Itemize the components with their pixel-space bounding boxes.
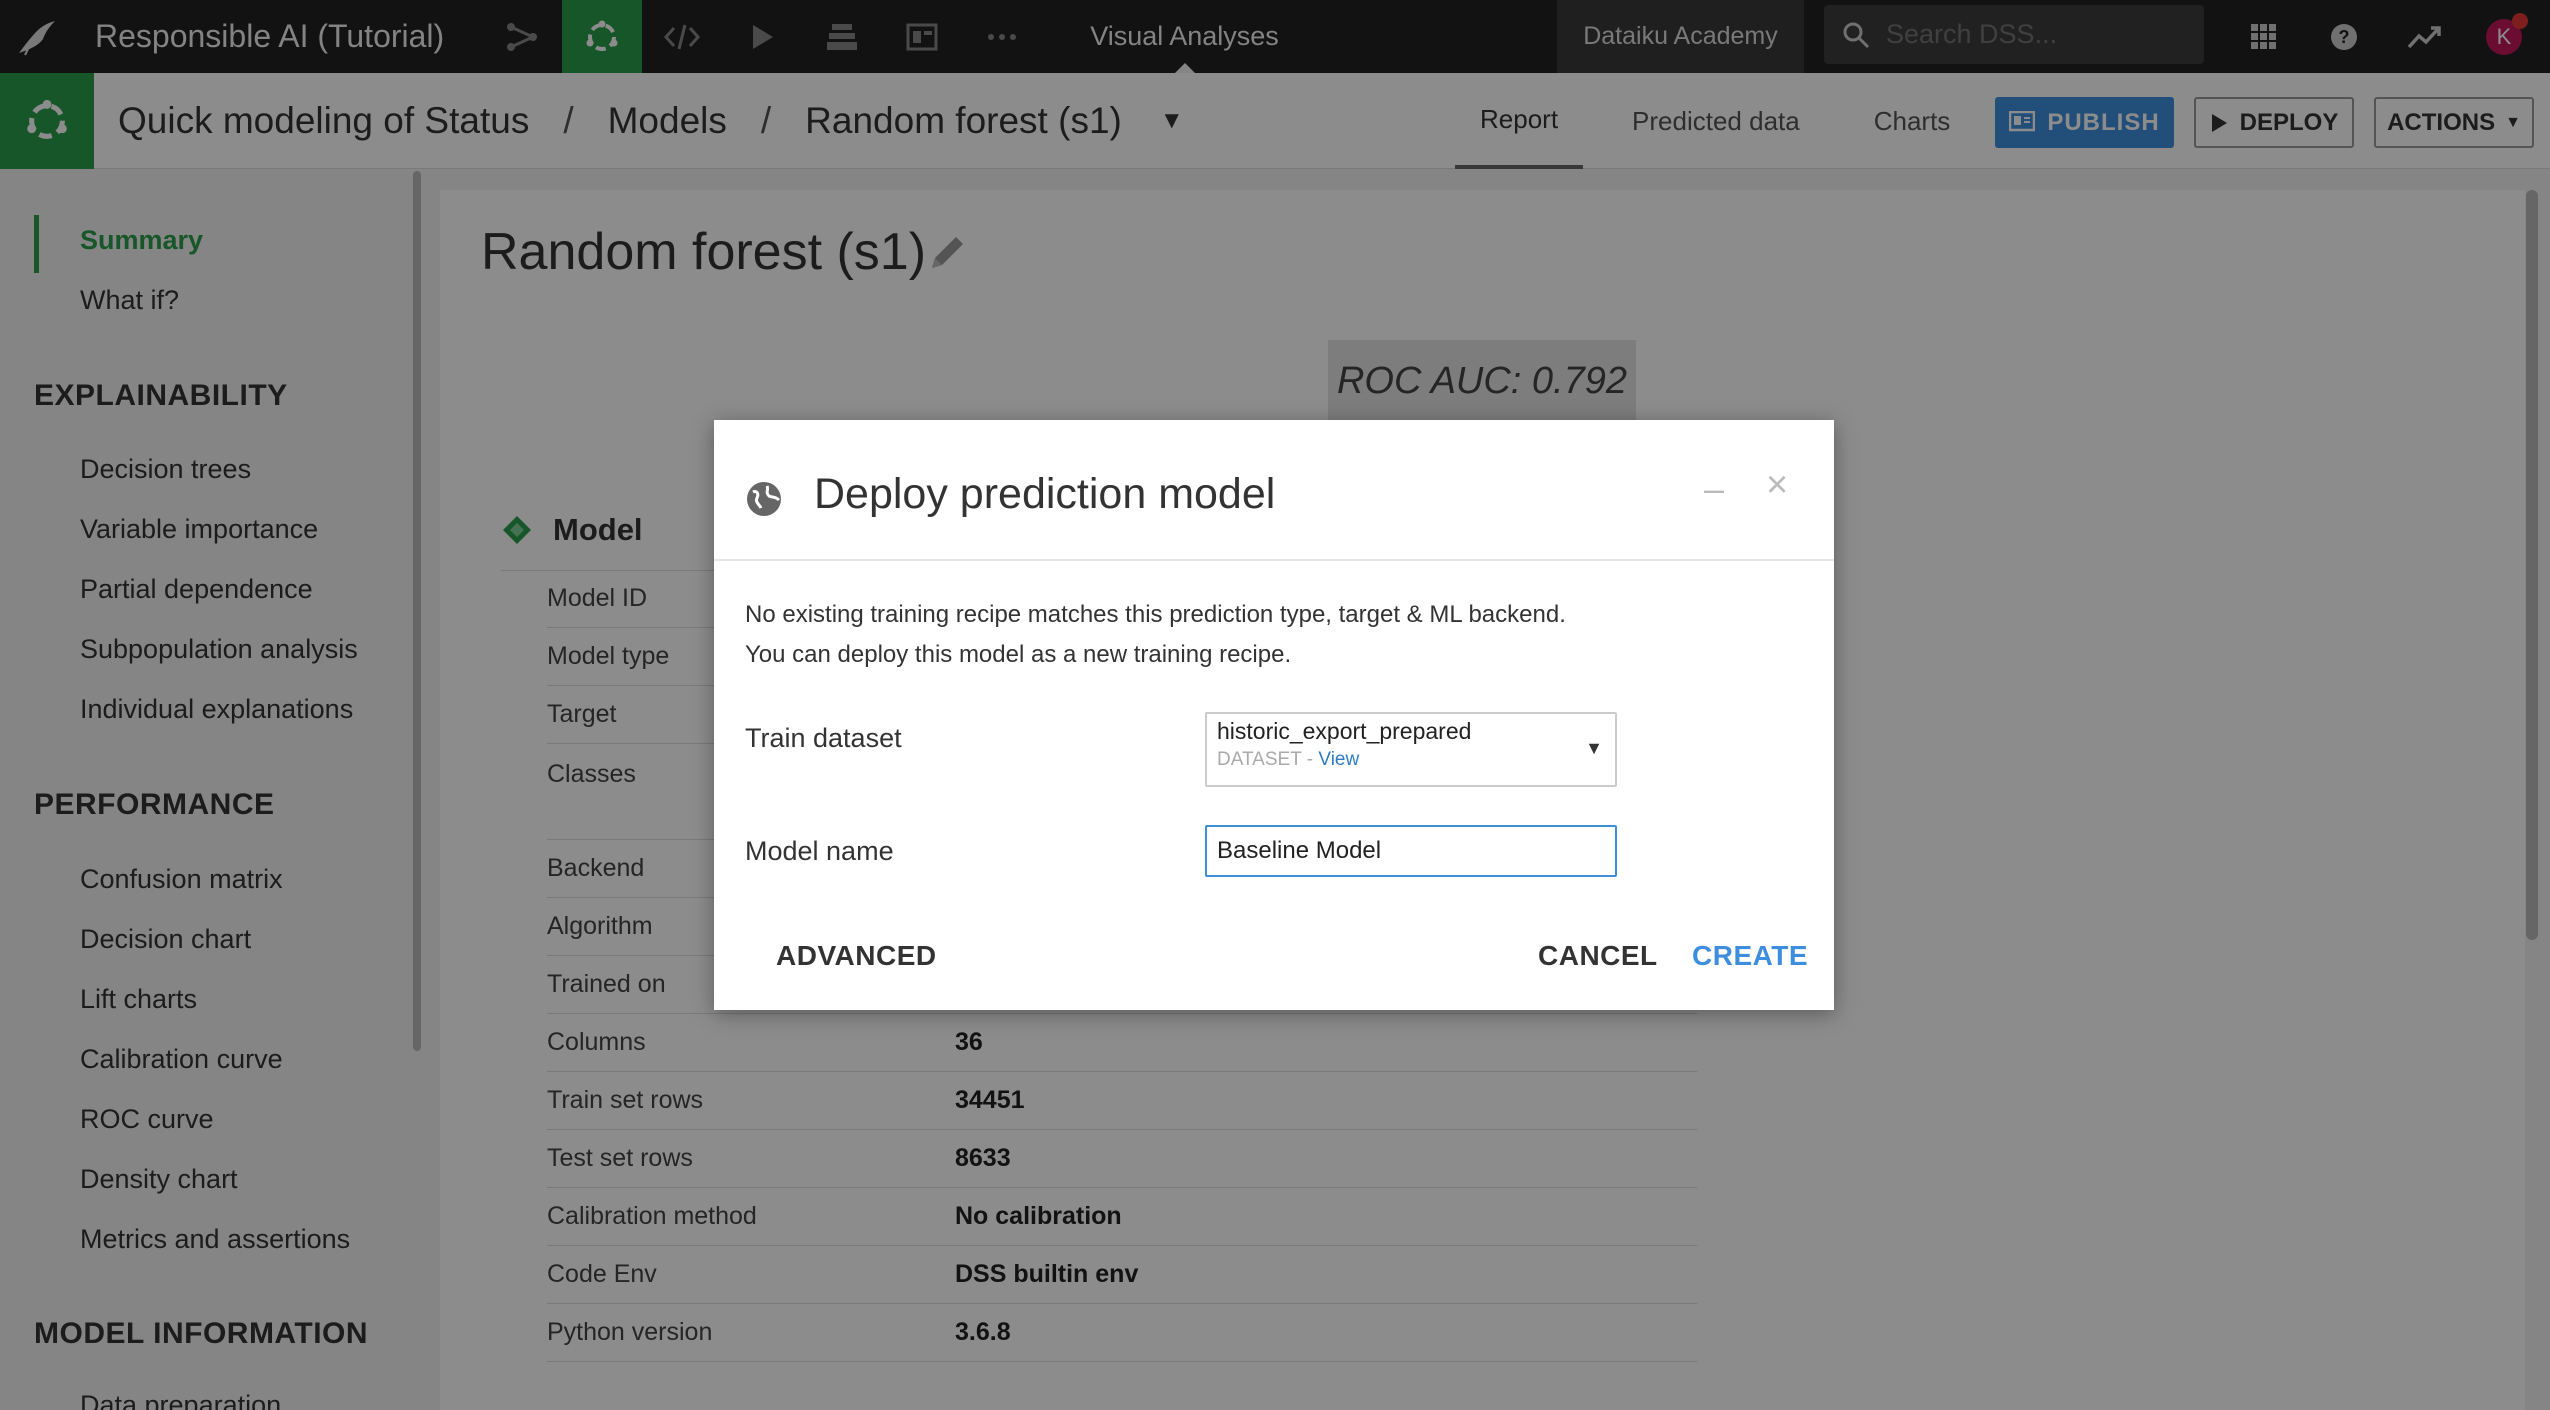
cancel-button[interactable]: CANCEL <box>1538 940 1658 972</box>
dataset-separator: - <box>1301 749 1319 770</box>
model-name-input[interactable] <box>1205 825 1617 877</box>
deploy-prediction-model-dialog: Deploy prediction model – × No existing … <box>714 420 1834 1010</box>
train-dataset-value: historic_export_prepared <box>1217 718 1472 744</box>
modal-header: Deploy prediction model – × <box>714 420 1834 561</box>
modal-title: Deploy prediction model <box>814 470 1276 518</box>
train-dataset-select[interactable]: historic_export_prepared DATASET - View … <box>1205 712 1617 787</box>
create-button[interactable]: CREATE <box>1692 940 1808 972</box>
globe-icon <box>745 480 783 523</box>
dataset-type-label: DATASET <box>1217 749 1302 770</box>
modal-description: No existing training recipe matches this… <box>745 595 1566 675</box>
description-line-1: No existing training recipe matches this… <box>745 601 1566 628</box>
advanced-button[interactable]: ADVANCED <box>776 940 937 972</box>
description-line-2: You can deploy this model as a new train… <box>745 641 1292 668</box>
view-dataset-link[interactable]: View <box>1318 749 1359 770</box>
minimize-icon[interactable]: – <box>1704 468 1724 510</box>
close-icon[interactable]: × <box>1766 464 1788 507</box>
train-dataset-label: Train dataset <box>745 723 902 753</box>
caret-down-icon: ▼ <box>1585 738 1603 758</box>
model-name-label: Model name <box>745 836 894 866</box>
